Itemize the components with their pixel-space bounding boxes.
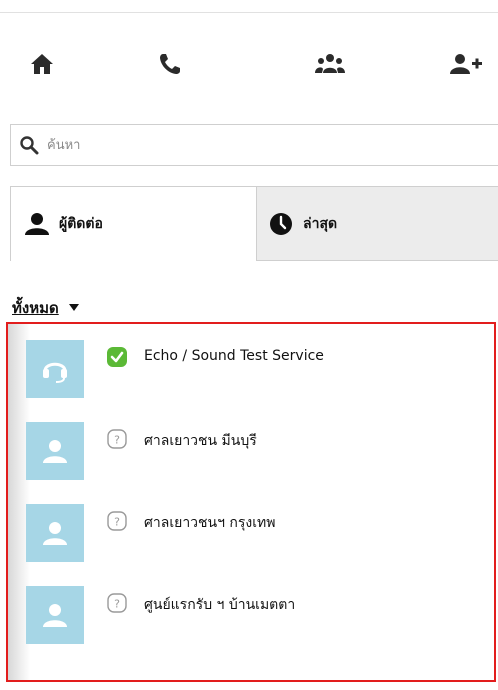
person-icon [25, 213, 49, 235]
contact-list: Echo / Sound Test Service ? ศาลเยาวชน มี… [26, 334, 496, 662]
add-contact-icon [450, 54, 482, 74]
home-icon [31, 54, 53, 74]
person-avatar-icon [43, 440, 67, 463]
contact-name: ศาลเยาวชนฯ กรุงเทพ [144, 515, 276, 531]
tab-contacts-label: ผู้ติดต่อ [59, 216, 103, 232]
main-nav [0, 44, 498, 84]
unknown-status-icon: ? [107, 511, 127, 531]
list-item[interactable]: ? ศาลเยาวชนฯ กรุงเทพ [26, 498, 496, 580]
tab-recent[interactable]: ล่าสุด [256, 187, 498, 261]
search-icon [20, 136, 39, 155]
clock-icon [270, 212, 292, 235]
unknown-status-icon: ? [107, 429, 127, 449]
list-item[interactable]: ? ศูนย์แรกรับ ฯ บ้านเมตตา [26, 580, 496, 662]
contact-name: Echo / Sound Test Service [144, 348, 324, 364]
group-button[interactable] [306, 44, 354, 84]
top-divider [0, 12, 498, 13]
group-icon [315, 54, 345, 73]
add-contact-button[interactable] [450, 44, 498, 84]
search-box[interactable] [10, 124, 498, 166]
avatar [26, 504, 84, 562]
tab-recent-label: ล่าสุด [303, 215, 338, 232]
svg-text:?: ? [114, 434, 120, 447]
call-button[interactable] [146, 44, 194, 84]
filter-label: ทั้งหมด [12, 299, 59, 317]
search-input[interactable] [47, 137, 467, 153]
svg-text:?: ? [114, 516, 120, 529]
list-item[interactable]: Echo / Sound Test Service [26, 334, 496, 416]
avatar [26, 586, 84, 644]
headset-icon [43, 362, 67, 383]
person-avatar-icon [43, 522, 67, 545]
contact-filter-dropdown[interactable]: ทั้งหมด [12, 296, 79, 320]
svg-text:?: ? [114, 598, 120, 611]
avatar [26, 340, 84, 398]
avatar [26, 422, 84, 480]
unknown-status-icon: ? [107, 593, 127, 613]
home-button[interactable] [18, 44, 66, 84]
online-status-icon [107, 347, 127, 367]
list-item[interactable]: ? ศาลเยาวชน มีนบุรี [26, 416, 496, 498]
contact-name: ศูนย์แรกรับ ฯ บ้านเมตตา [144, 597, 296, 613]
person-avatar-icon [43, 604, 67, 627]
contact-name: ศาลเยาวชน มีนบุรี [144, 433, 257, 449]
caret-down-icon [68, 304, 79, 311]
contact-tabs: ผู้ติดต่อ ล่าสุด [10, 186, 498, 261]
tab-contacts[interactable]: ผู้ติดต่อ [10, 187, 256, 261]
phone-icon [160, 54, 180, 74]
